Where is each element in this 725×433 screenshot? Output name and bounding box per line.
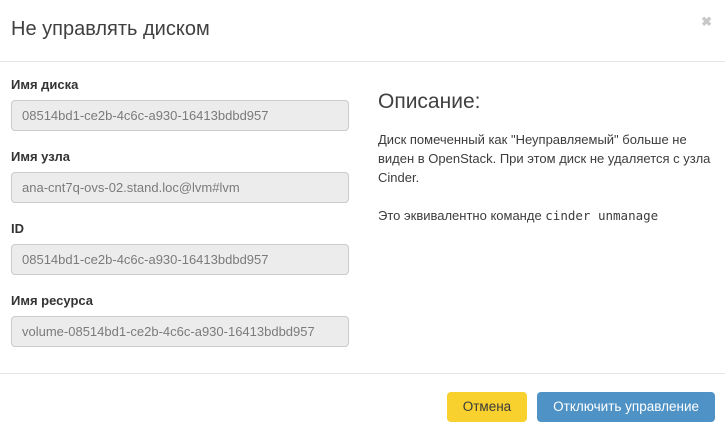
unmanage-volume-dialog: Не управлять диском ✖ Имя диска Имя узла… xyxy=(0,0,725,433)
field-group-host-name: Имя узла xyxy=(11,150,349,203)
description-heading: Описание: xyxy=(378,89,711,115)
volume-name-label: Имя диска xyxy=(11,78,349,92)
unmanage-submit-button[interactable]: Отключить управление xyxy=(537,392,715,422)
id-input[interactable] xyxy=(11,244,349,275)
dialog-header: Не управлять диском ✖ xyxy=(0,0,725,62)
description-paragraph: Диск помеченный как "Неуправляемый" боль… xyxy=(378,130,711,187)
field-group-volume-name: Имя диска xyxy=(11,78,349,131)
field-group-resource-name: Имя ресурса xyxy=(11,294,349,347)
command-prefix-text: Это эквивалентно команде xyxy=(378,208,545,223)
volume-name-input[interactable] xyxy=(11,100,349,131)
cancel-button[interactable]: Отмена xyxy=(447,392,527,422)
resource-name-label: Имя ресурса xyxy=(11,294,349,308)
cinder-unmanage-command: cinder unmanage xyxy=(545,208,658,223)
id-label: ID xyxy=(11,222,349,236)
host-name-label: Имя узла xyxy=(11,150,349,164)
dialog-title: Не управлять диском xyxy=(11,16,685,43)
field-group-id: ID xyxy=(11,222,349,275)
close-icon[interactable]: ✖ xyxy=(699,13,714,30)
dialog-body: Имя диска Имя узла ID Имя ресурса Описан… xyxy=(0,62,725,373)
form-column: Имя диска Имя узла ID Имя ресурса xyxy=(11,78,349,373)
dialog-footer: Отмена Отключить управление xyxy=(0,373,725,433)
resource-name-input[interactable] xyxy=(11,316,349,347)
description-column: Описание: Диск помеченный как "Неуправля… xyxy=(378,78,711,373)
description-command-line: Это эквивалентно команде cinder unmanage xyxy=(378,206,711,225)
host-name-input[interactable] xyxy=(11,172,349,203)
